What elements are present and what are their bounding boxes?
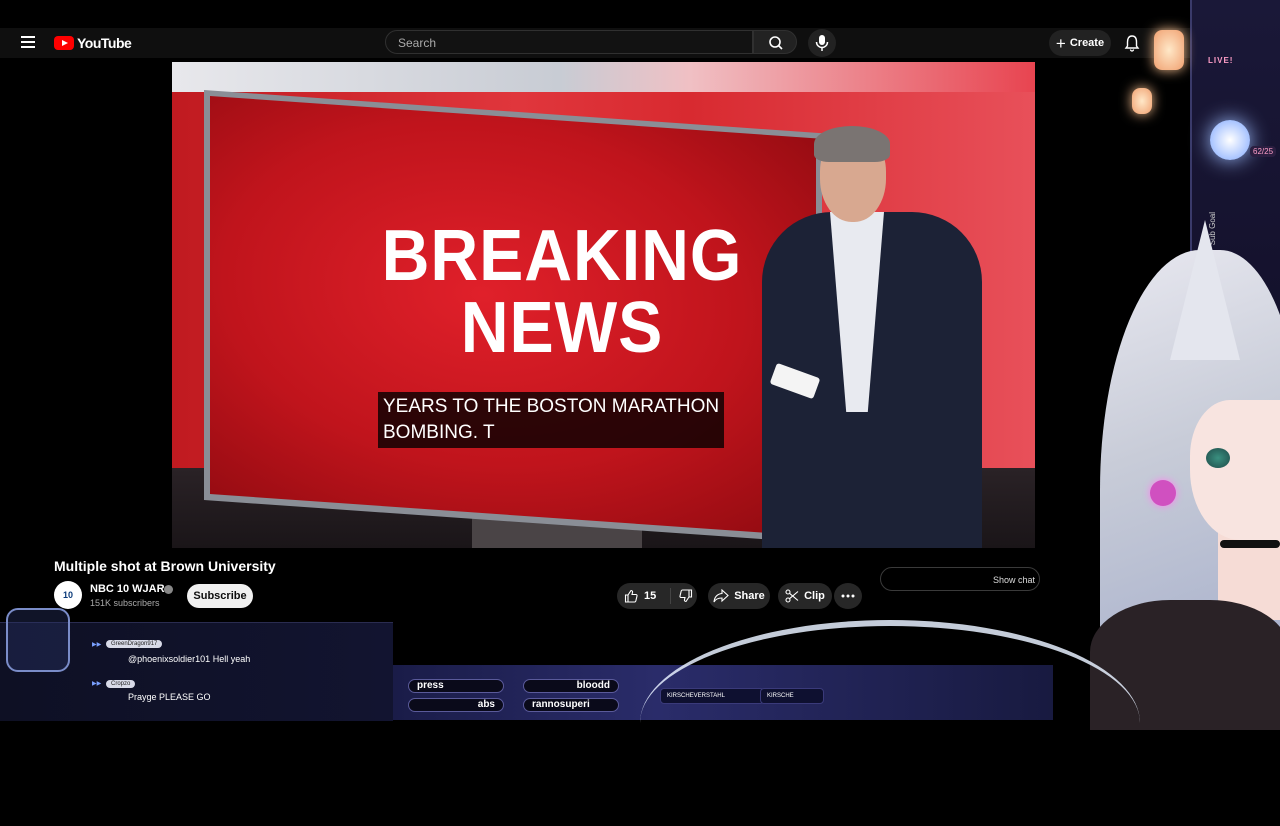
anchor-hair	[814, 126, 890, 162]
like-count: 15	[644, 590, 657, 602]
lantern-icon	[1154, 30, 1184, 70]
channel-name[interactable]: NBC 10 WJAR	[90, 583, 165, 595]
search-button[interactable]	[753, 30, 797, 54]
chat-username: Cropzo	[106, 680, 136, 688]
chat-arrow-icon: ▶▶	[92, 642, 102, 648]
video-title: Multiple shot at Brown University	[54, 558, 276, 574]
glowing-orb-icon	[1210, 120, 1250, 160]
twitter-handle: KIRSCHEVERSTAHL	[660, 688, 764, 704]
thumbs-up-icon	[624, 589, 638, 603]
ticker-item: abs	[408, 698, 504, 712]
vtuber-choker	[1220, 540, 1280, 548]
logo-text: YouTube	[77, 35, 132, 51]
more-actions-button[interactable]	[834, 583, 862, 609]
share-button[interactable]: Share	[708, 583, 770, 609]
video-player[interactable]: BREAKING NEWS YEARS TO THE BOSTON MARATH…	[172, 62, 1035, 548]
caption-line-1: YEARS TO THE BOSTON MARATHON	[383, 396, 720, 417]
play-icon	[54, 36, 74, 50]
sub-goal-count: 62/25	[1250, 146, 1277, 157]
chat-message: Prayge PLEASE GO	[128, 692, 211, 702]
search-input[interactable]	[396, 35, 730, 51]
clip-button[interactable]: Clip	[778, 583, 832, 609]
microphone-icon	[815, 35, 829, 51]
more-horizontal-icon	[841, 594, 855, 598]
live-label: LIVE!	[1208, 56, 1234, 65]
thumbs-down-icon	[679, 589, 693, 603]
twitch-handle: KIRSCHE	[760, 688, 824, 704]
show-chat-button[interactable]: Show chat	[880, 567, 1040, 591]
chat-username: GreenDragon917	[106, 640, 163, 648]
caption-line-2: BOMBING. T	[383, 422, 495, 443]
closed-captions: YEARS TO THE BOSTON MARATHON BOMBING. T	[378, 392, 725, 448]
headline-line-1: BREAKING	[381, 216, 743, 296]
masthead: YouTube + Create	[0, 28, 1190, 58]
ticker-item: bloodd	[523, 679, 619, 693]
ticker-item: rannosuperi	[523, 698, 619, 712]
subscriber-count: 151K subscribers	[90, 598, 160, 608]
clip-label: Clip	[804, 590, 825, 602]
cat-mascot-icon	[6, 608, 70, 672]
menu-icon[interactable]	[21, 36, 35, 48]
dislike-button[interactable]	[671, 589, 693, 603]
like-button[interactable]: 15	[617, 588, 671, 604]
ticker-item: press	[408, 679, 504, 693]
vtuber-face	[1190, 400, 1280, 540]
channel-avatar[interactable]: 10	[54, 581, 82, 609]
studio-ceiling	[172, 62, 1035, 92]
subscribe-button[interactable]: Subscribe	[187, 584, 253, 608]
youtube-logo[interactable]: YouTube	[54, 35, 132, 51]
breaking-news-headline: BREAKING NEWS	[378, 220, 746, 364]
hair-flower-icon	[1150, 480, 1176, 506]
search-icon	[769, 36, 783, 50]
vtuber-eye	[1206, 448, 1230, 468]
share-arrow-icon	[713, 589, 730, 603]
scissors-icon	[785, 589, 799, 603]
chat-message: @phoenixsoldier101 Hell yeah	[128, 654, 251, 664]
search-box	[385, 30, 753, 54]
share-label: Share	[734, 590, 765, 602]
like-dislike-group: 15	[617, 583, 697, 609]
voice-search-button[interactable]	[808, 29, 836, 57]
overlay-arc	[640, 620, 1140, 826]
lantern-small-icon	[1132, 88, 1152, 114]
verified-badge-icon	[164, 585, 173, 594]
headline-line-2: NEWS	[460, 288, 664, 368]
chat-arrow-icon: ▶▶	[92, 681, 102, 687]
